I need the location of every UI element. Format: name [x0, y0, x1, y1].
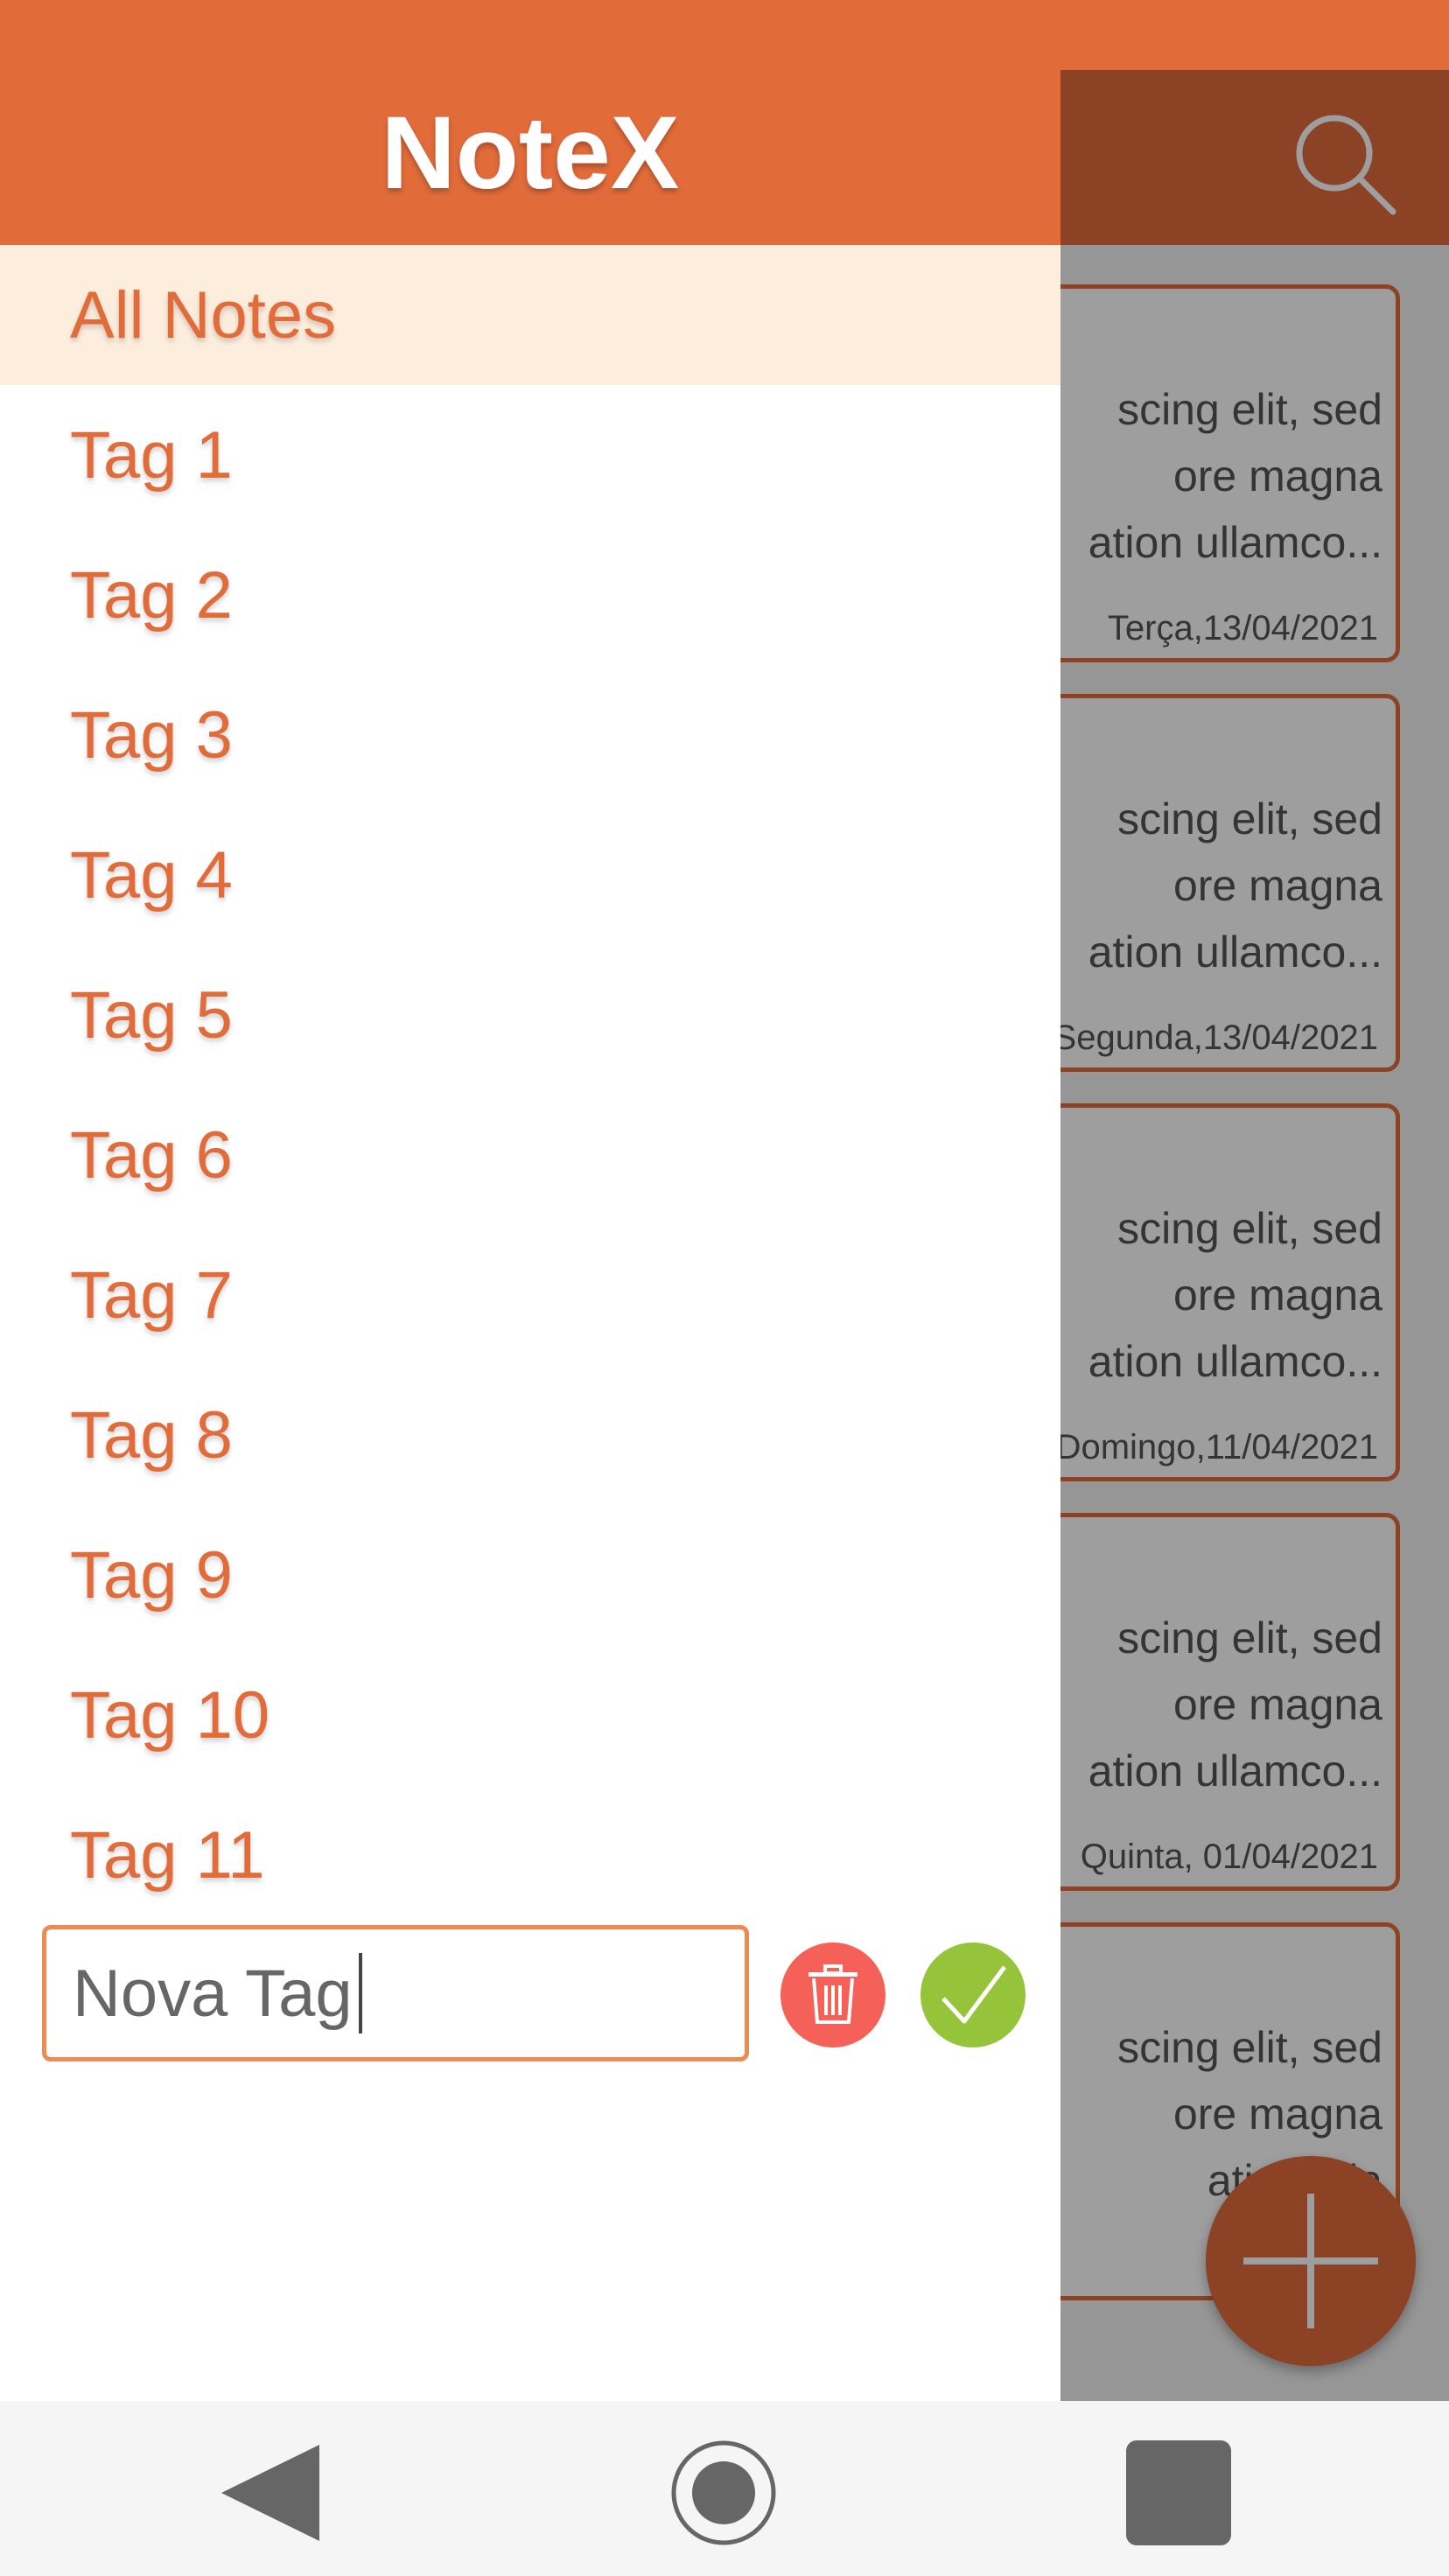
nav-recents-button[interactable]	[1122, 2436, 1236, 2550]
drawer-item-tag[interactable]: Tag 10	[0, 1645, 1060, 1785]
drawer-item-label: Tag 9	[70, 1537, 233, 1613]
nav-home-button[interactable]	[667, 2436, 780, 2550]
back-triangle-icon	[221, 2445, 319, 2541]
app-title: NoteX	[381, 95, 680, 211]
drawer-item-label: Tag 7	[70, 1257, 233, 1333]
drawer-item-tag[interactable]: Tag 2	[0, 525, 1060, 665]
drawer-item-tag[interactable]: Tag 5	[0, 945, 1060, 1085]
drawer-item-all-notes[interactable]: All Notes	[0, 245, 1060, 385]
drawer-item-label: Tag 4	[70, 837, 233, 913]
drawer-item-tag[interactable]: Tag 1	[0, 385, 1060, 525]
drawer-item-tag[interactable]: Tag 11	[0, 1785, 1060, 1925]
drawer-item-tag[interactable]: Tag 6	[0, 1085, 1060, 1225]
drawer-item-tag[interactable]: Tag 8	[0, 1365, 1060, 1505]
drawer-item-label: Tag 11	[70, 1817, 265, 1893]
drawer-item-label: Tag 8	[70, 1397, 233, 1473]
drawer-item-tag[interactable]: Tag 4	[0, 805, 1060, 945]
trash-icon	[808, 1964, 858, 2024]
confirm-tag-button[interactable]	[920, 1942, 1026, 2048]
recents-square-icon	[1126, 2440, 1231, 2545]
drawer-item-tag[interactable]: Tag 3	[0, 665, 1060, 805]
drawer-item-label: All Notes	[70, 277, 337, 353]
drawer-item-label: Tag 2	[70, 557, 233, 633]
drawer-item-label: Tag 5	[70, 977, 233, 1053]
drawer-item-tag[interactable]: Tag 9	[0, 1505, 1060, 1645]
check-icon	[942, 1965, 1007, 2024]
drawer-item-tag[interactable]: Tag 7	[0, 1225, 1060, 1365]
delete-tag-button[interactable]	[780, 1942, 886, 2048]
system-nav-bar	[0, 2401, 1449, 2576]
home-circle-icon	[671, 2440, 776, 2545]
nav-back-button[interactable]	[214, 2436, 328, 2550]
new-tag-input[interactable]	[42, 1925, 749, 2062]
text-caret	[359, 1953, 362, 2034]
drawer-item-label: Tag 10	[70, 1677, 270, 1753]
navigation-drawer: NoteX All Notes Tag 1 Tag 2 Tag 3 Tag 4 Tag …	[0, 0, 1060, 2401]
drawer-item-label: Tag 3	[70, 697, 233, 773]
drawer-item-label: Tag 6	[70, 1117, 233, 1193]
drawer-item-label: Tag 1	[70, 417, 233, 493]
drawer-header: NoteX	[0, 0, 1060, 245]
